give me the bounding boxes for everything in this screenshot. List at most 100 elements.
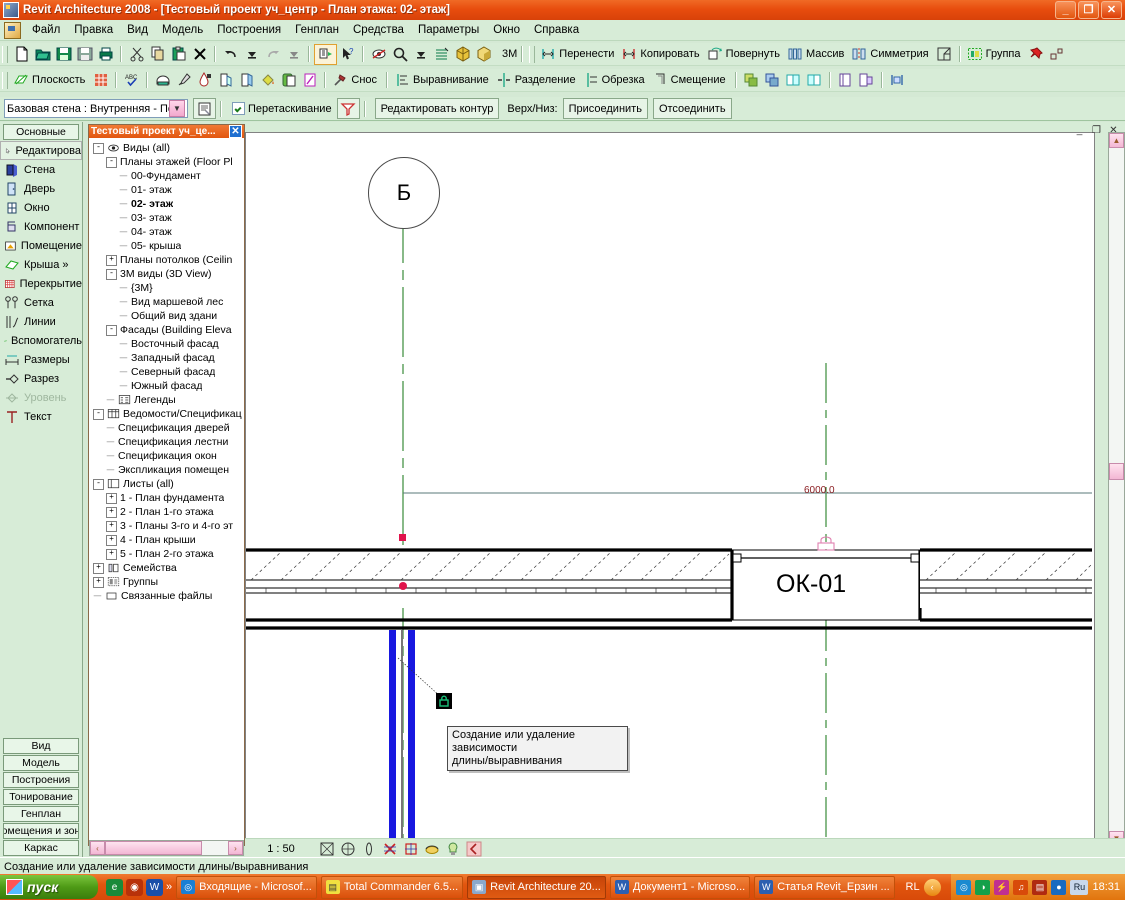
tree-collapse-icon[interactable]: - bbox=[93, 479, 104, 490]
edit-group-button[interactable] bbox=[835, 71, 856, 90]
pin-button[interactable] bbox=[1026, 45, 1047, 64]
quicklaunch-more-icon[interactable]: » bbox=[166, 881, 172, 893]
design-bar-item-modify[interactable]: Редактирова bbox=[0, 141, 82, 160]
element-properties-button[interactable] bbox=[193, 98, 216, 119]
design-bar-item-text[interactable]: Текст bbox=[0, 407, 82, 426]
checkbox-icon[interactable] bbox=[232, 102, 245, 115]
help-pointer-button[interactable]: ? bbox=[337, 45, 358, 64]
tray-shield-icon[interactable]: ▤ bbox=[1032, 880, 1047, 895]
design-bar-item-roof[interactable]: Крыша » bbox=[0, 255, 82, 274]
copy-tool-button[interactable]: Копировать bbox=[619, 46, 704, 62]
linework-button[interactable] bbox=[299, 71, 320, 90]
design-bar-item-wall[interactable]: Стена bbox=[0, 160, 82, 179]
design-bar-tab-model[interactable]: Модель bbox=[3, 755, 79, 771]
taskbar-item-word-doc1[interactable]: W Документ1 - Microso... bbox=[610, 876, 750, 899]
split-face-button-2[interactable] bbox=[236, 71, 257, 90]
tree-item[interactable]: ─03- этаж bbox=[89, 211, 244, 225]
design-bar-item-reference-plane[interactable]: Вспомогатель bbox=[0, 331, 82, 350]
design-bar-item-lines[interactable]: Линии bbox=[0, 312, 82, 331]
edit-profile-button[interactable]: Редактировать контур bbox=[375, 98, 500, 119]
menu-item-tools[interactable]: Средства bbox=[346, 22, 411, 38]
eyedropper-button[interactable] bbox=[173, 71, 194, 90]
tree-item[interactable]: ─Восточный фасад bbox=[89, 337, 244, 351]
default-3d-view-button[interactable] bbox=[452, 45, 473, 64]
print-button[interactable] bbox=[95, 45, 116, 64]
attach-button[interactable]: Присоединить bbox=[563, 98, 648, 119]
open-file-button[interactable] bbox=[32, 45, 53, 64]
tree-item[interactable]: -Виды (all) bbox=[89, 141, 244, 155]
tree-collapse-icon[interactable]: - bbox=[93, 143, 104, 154]
edit-wall-join-button[interactable] bbox=[741, 71, 762, 90]
show-crop-region-icon[interactable] bbox=[401, 840, 420, 857]
model-graphics-style-icon[interactable] bbox=[338, 840, 357, 857]
tree-item[interactable]: +Группы bbox=[89, 575, 244, 589]
menu-item-view[interactable]: Вид bbox=[120, 22, 155, 38]
menu-item-settings[interactable]: Параметры bbox=[411, 22, 486, 38]
design-bar-item-dimension[interactable]: Размеры bbox=[0, 350, 82, 369]
lock-icon[interactable] bbox=[436, 693, 452, 709]
edit-blue-bar-button[interactable] bbox=[887, 71, 908, 90]
tree-item[interactable]: ─Южный фасад bbox=[89, 379, 244, 393]
resize-button[interactable] bbox=[934, 45, 955, 64]
view-minimize-button[interactable]: _ bbox=[1072, 124, 1087, 137]
tree-item[interactable]: ─00-Фундамент bbox=[89, 169, 244, 183]
tape-measure-button[interactable] bbox=[152, 71, 173, 90]
tray-app-icon[interactable]: ◑ bbox=[975, 880, 990, 895]
mirror-button[interactable]: Симметрия bbox=[849, 46, 933, 62]
menu-item-model[interactable]: Модель bbox=[155, 22, 210, 38]
language-indicator[interactable]: Ru bbox=[1070, 880, 1088, 895]
quicklaunch-media-icon[interactable]: ◉ bbox=[126, 879, 143, 896]
language-bar[interactable]: RL ‹ bbox=[906, 879, 941, 896]
paint-drop-button[interactable] bbox=[194, 71, 215, 90]
edit-cut-geometry-button[interactable] bbox=[783, 71, 804, 90]
design-bar-item-section[interactable]: Разрез bbox=[0, 369, 82, 388]
tree-item[interactable]: ─Общий вид здани bbox=[89, 309, 244, 323]
tree-collapse-icon[interactable]: - bbox=[106, 325, 117, 336]
edit-uncut-geometry-button[interactable] bbox=[804, 71, 825, 90]
align-button[interactable]: Выравнивание bbox=[392, 72, 494, 88]
taskbar-item-word-article[interactable]: W Статья Revit_Ерзин ... bbox=[754, 876, 895, 899]
zoom-list-button[interactable] bbox=[410, 45, 431, 64]
detail-level-icon[interactable] bbox=[317, 840, 336, 857]
redo-button[interactable] bbox=[262, 45, 283, 64]
dimension-value[interactable]: 6000.0 bbox=[804, 485, 835, 496]
tree-item[interactable]: -Листы (all) bbox=[89, 477, 244, 491]
tree-expand-icon[interactable]: + bbox=[93, 577, 104, 588]
save-as-button[interactable] bbox=[74, 45, 95, 64]
filter-button[interactable] bbox=[337, 98, 360, 119]
menu-item-edit[interactable]: Правка bbox=[67, 22, 120, 38]
language-bar-collapse-icon[interactable]: ‹ bbox=[924, 879, 941, 896]
design-bar-tab-view[interactable]: Вид bbox=[3, 738, 79, 754]
tree-item[interactable]: +3 - Планы 3-го и 4-го эт bbox=[89, 519, 244, 533]
tree-item[interactable]: +5 - План 2-го этажа bbox=[89, 547, 244, 561]
undo-button[interactable] bbox=[220, 45, 241, 64]
tree-item[interactable]: -3М виды (3D View) bbox=[89, 267, 244, 281]
tree-item[interactable]: ─Спецификация окон bbox=[89, 449, 244, 463]
edit-wall-join-2-button[interactable] bbox=[762, 71, 783, 90]
tree-item[interactable]: ─04- этаж bbox=[89, 225, 244, 239]
clock[interactable]: 18:31 bbox=[1092, 881, 1120, 893]
tree-item[interactable]: -Ведомости/Спецификац bbox=[89, 407, 244, 421]
tree-item[interactable]: ─Экспликация помещен bbox=[89, 463, 244, 477]
scroll-left-button[interactable]: ‹ bbox=[90, 841, 105, 855]
design-bar-item-floor[interactable]: Перекрытие bbox=[0, 274, 82, 293]
new-file-button[interactable] bbox=[11, 45, 32, 64]
redo-list-button[interactable] bbox=[283, 45, 304, 64]
tree-item[interactable]: +Планы потолков (Ceilin bbox=[89, 253, 244, 267]
tree-item[interactable]: +2 - План 1-го этажа bbox=[89, 505, 244, 519]
array-button[interactable]: Массив bbox=[785, 46, 849, 62]
demolish-button[interactable]: Снос bbox=[330, 72, 382, 88]
design-bar-item-grid[interactable]: Сетка bbox=[0, 293, 82, 312]
split-button[interactable]: Разделение bbox=[494, 72, 581, 88]
tree-expand-icon[interactable]: + bbox=[106, 535, 117, 546]
temporary-hide-isolate-icon[interactable] bbox=[422, 840, 441, 857]
rotate-button[interactable]: Повернуть bbox=[705, 46, 785, 62]
tray-sound-icon[interactable]: ♫ bbox=[1013, 880, 1028, 895]
tree-collapse-icon[interactable]: - bbox=[93, 409, 104, 420]
offset-button[interactable]: Смещение bbox=[650, 72, 731, 88]
project-browser-tree[interactable]: -Виды (all)-Планы этажей (Floor Pl─00-Фу… bbox=[89, 138, 244, 836]
back-button[interactable] bbox=[464, 840, 483, 857]
toolbar-grip[interactable] bbox=[2, 72, 8, 89]
reveal-hidden-elements-icon[interactable] bbox=[443, 840, 462, 857]
tree-item[interactable]: -Планы этажей (Floor Pl bbox=[89, 155, 244, 169]
